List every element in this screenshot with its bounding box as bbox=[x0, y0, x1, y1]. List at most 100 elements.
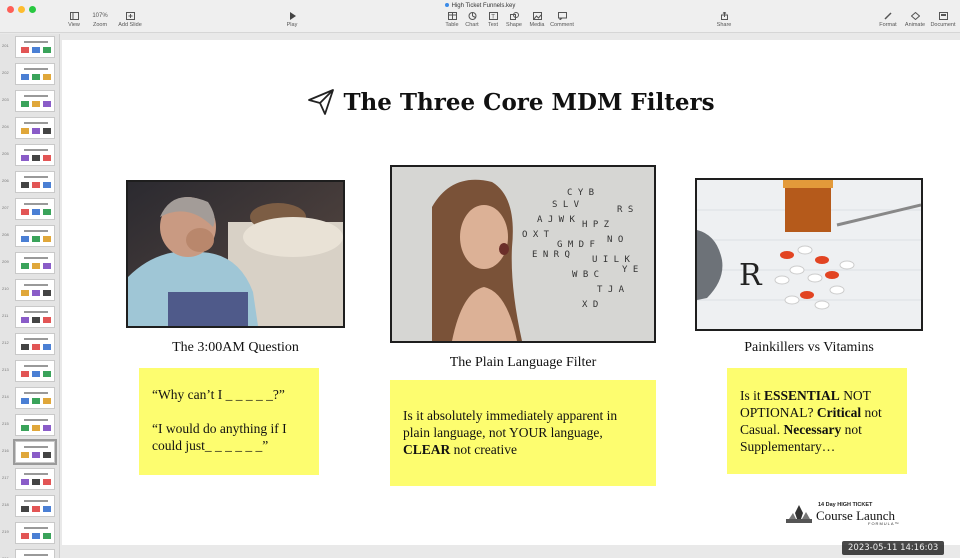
slide-thumbnail-row[interactable]: 219 bbox=[0, 522, 59, 544]
slide-thumbnail-row[interactable]: 205 bbox=[0, 144, 59, 166]
thumbnail-title-line bbox=[24, 365, 48, 367]
slide-number: 202 bbox=[2, 70, 9, 75]
thumbnail-element bbox=[43, 452, 51, 458]
thumbnail-element bbox=[32, 317, 40, 323]
slide-thumbnail[interactable] bbox=[15, 279, 55, 301]
thumbnail-element bbox=[32, 371, 40, 377]
slide-thumbnail-row[interactable]: 207 bbox=[0, 198, 59, 220]
slide-thumbnail-row[interactable]: 204 bbox=[0, 117, 59, 139]
slide-thumbnail[interactable] bbox=[15, 252, 55, 274]
thumbnail-element bbox=[32, 398, 40, 404]
slide-thumbnail-row[interactable]: 201 bbox=[0, 36, 59, 58]
slide-thumbnail[interactable] bbox=[15, 36, 55, 58]
shape-icon bbox=[509, 12, 519, 20]
slide-thumbnail-row[interactable]: 216 bbox=[0, 439, 59, 465]
slide-thumbnail[interactable] bbox=[15, 117, 55, 139]
slide-thumbnail[interactable] bbox=[15, 144, 55, 166]
slide-thumbnail-row[interactable]: 217 bbox=[0, 468, 59, 490]
svg-text:R: R bbox=[739, 258, 763, 293]
slide-thumbnail[interactable] bbox=[15, 63, 55, 85]
slide-thumbnail[interactable] bbox=[15, 495, 55, 517]
slide-thumbnail[interactable] bbox=[15, 225, 55, 247]
slide-number: 219 bbox=[2, 529, 9, 534]
thumbnail-element bbox=[32, 209, 40, 215]
slide-thumbnail[interactable] bbox=[15, 468, 55, 490]
thumbnail-element bbox=[43, 128, 51, 134]
thumbnail-element bbox=[21, 506, 29, 512]
slide-thumbnail-row[interactable]: 215 bbox=[0, 414, 59, 436]
add-slide-icon bbox=[125, 12, 135, 20]
thumbnail-element bbox=[21, 209, 29, 215]
svg-text:A J W K: A J W K bbox=[537, 215, 576, 225]
play-button[interactable]: Play bbox=[275, 12, 309, 28]
note-painkillers[interactable]: Is it ESSENTIAL NOT OPTIONAL? Critical n… bbox=[727, 368, 907, 474]
slide-thumbnail-row[interactable]: 214 bbox=[0, 387, 59, 409]
thumbnail-element bbox=[43, 398, 51, 404]
slide-thumbnail-row[interactable]: 213 bbox=[0, 360, 59, 382]
thumbnail-element bbox=[32, 452, 40, 458]
slide-thumbnail[interactable] bbox=[15, 522, 55, 544]
slide-navigator[interactable]: 201 202 203 204 205 206 207 208 209 210 211 212 213 2… bbox=[0, 34, 60, 558]
slide-number: 211 bbox=[2, 313, 9, 318]
share-button[interactable]: Share bbox=[707, 12, 741, 28]
slide-title: The Three Core MDM Filters bbox=[343, 88, 715, 116]
slide-thumbnail-row[interactable]: 210 bbox=[0, 279, 59, 301]
note-text-end: not creative bbox=[450, 442, 517, 457]
slide-thumbnail[interactable] bbox=[15, 387, 55, 409]
thumbnail-title-line bbox=[24, 554, 48, 556]
note-line-2: “I would do anything if I could just_ _ … bbox=[152, 421, 287, 453]
thumbnail-element bbox=[32, 290, 40, 296]
slide-thumbnail-row[interactable]: 202 bbox=[0, 63, 59, 85]
slide-canvas[interactable]: The Three Core MDM Filters The 3:00AM Qu… bbox=[62, 40, 960, 545]
paper-plane-icon bbox=[307, 88, 335, 116]
document-button[interactable]: Document bbox=[926, 12, 960, 28]
thumbnail-element bbox=[32, 506, 40, 512]
slide-thumbnail-row[interactable]: 218 bbox=[0, 495, 59, 517]
slide-number: 210 bbox=[2, 286, 9, 291]
thumbnail-element bbox=[21, 533, 29, 539]
note-bold-clear: CLEAR bbox=[403, 442, 451, 457]
slide-thumbnail-row[interactable]: 212 bbox=[0, 333, 59, 355]
thumbnail-title-line bbox=[24, 284, 48, 286]
slide-thumbnail[interactable] bbox=[15, 549, 55, 558]
slide-thumbnail-row[interactable]: 220 bbox=[0, 549, 59, 558]
slide-thumbnail-row[interactable]: 206 bbox=[0, 171, 59, 193]
comment-button[interactable]: Comment bbox=[545, 12, 579, 28]
caption-3am-question: The 3:00AM Question bbox=[172, 340, 299, 355]
thumbnail-title-line bbox=[24, 41, 48, 43]
slide-thumbnail-row[interactable]: 203 bbox=[0, 90, 59, 112]
slide-number: 205 bbox=[2, 151, 9, 156]
slide-number: 204 bbox=[2, 124, 9, 129]
thumbnail-element bbox=[43, 425, 51, 431]
slide-thumbnail[interactable] bbox=[15, 333, 55, 355]
thumbnail-title-line bbox=[24, 203, 48, 205]
thumbnail-element bbox=[43, 101, 51, 107]
woman-speaking-letters-photo[interactable]: O X T A J W K S L V C Y B E N R QG M D F H … bbox=[390, 165, 656, 343]
thumbnail-element bbox=[32, 479, 40, 485]
slide-thumbnail[interactable] bbox=[15, 198, 55, 220]
zoom-dropdown[interactable]: 107% Zoom bbox=[83, 12, 117, 28]
thumbnail-element bbox=[43, 506, 51, 512]
slide-thumbnail-row[interactable]: 209 bbox=[0, 252, 59, 274]
svg-text:W B C: W B C bbox=[572, 270, 599, 280]
slide-thumbnail[interactable] bbox=[15, 306, 55, 328]
add-slide-button[interactable]: Add Slide bbox=[113, 12, 147, 28]
note-3am-question[interactable]: “Why can’t I _ _ _ _ _?” “I would do any… bbox=[139, 368, 319, 475]
slide-thumbnail[interactable] bbox=[13, 439, 57, 465]
note-plain-language[interactable]: Is it absolutely immediately apparent in… bbox=[390, 380, 656, 486]
svg-text:R S: R S bbox=[617, 205, 633, 215]
slide-thumbnail[interactable] bbox=[15, 90, 55, 112]
pills-prescription-photo[interactable]: R bbox=[695, 178, 923, 331]
thumbnail-element bbox=[32, 263, 40, 269]
man-awake-at-night-photo[interactable] bbox=[126, 180, 345, 328]
thumbnail-element bbox=[32, 533, 40, 539]
slide-title-group: The Three Core MDM Filters bbox=[62, 88, 960, 116]
caption-plain-language: The Plain Language Filter bbox=[449, 355, 597, 370]
slide-thumbnail-row[interactable]: 208 bbox=[0, 225, 59, 247]
thumbnail-element bbox=[43, 263, 51, 269]
slide-thumbnail-row[interactable]: 211 bbox=[0, 306, 59, 328]
slide-thumbnail[interactable] bbox=[15, 171, 55, 193]
slide-thumbnail[interactable] bbox=[15, 360, 55, 382]
svg-text:N O: N O bbox=[607, 235, 623, 245]
slide-thumbnail[interactable] bbox=[15, 414, 55, 436]
